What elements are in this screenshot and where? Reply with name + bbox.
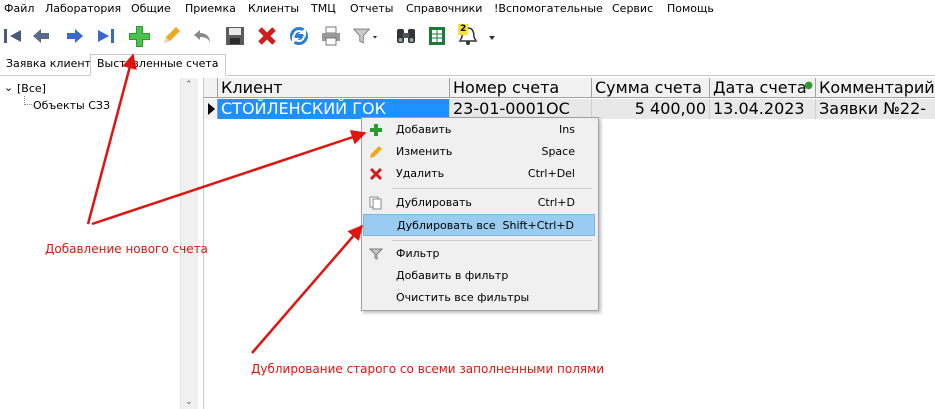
annotation-add-new-invoice: Добавление нового счета <box>45 242 208 256</box>
arrow-to-add-button <box>86 53 137 225</box>
annotation-arrows <box>86 53 367 354</box>
arrow-to-duplicate-all <box>251 224 363 354</box>
annotation-duplicate-old: Дублирование старого со всеми заполненны… <box>251 362 604 376</box>
arrow-to-add-menu-item <box>91 130 367 226</box>
